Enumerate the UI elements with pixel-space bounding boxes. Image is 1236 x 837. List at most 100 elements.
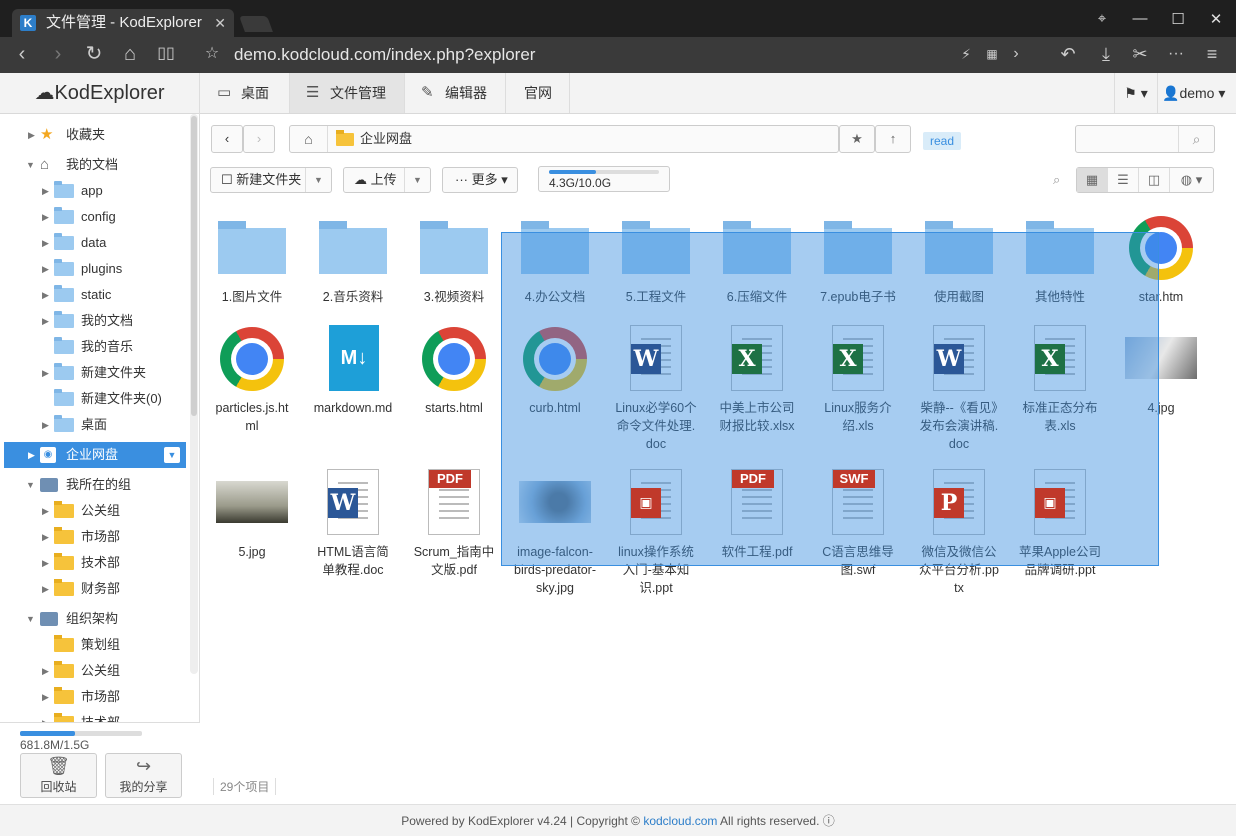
bookmark-star-icon[interactable]: ☆	[200, 42, 224, 66]
forward-icon[interactable]: ›	[46, 42, 70, 66]
file-item[interactable]: particles.js.html	[211, 325, 293, 435]
expand-arrow-icon[interactable]: ▶	[42, 658, 49, 684]
home-icon[interactable]: ⌂	[118, 42, 142, 66]
flash-icon[interactable]: ⚡	[954, 42, 978, 66]
tree-item[interactable]: ▶ app	[0, 178, 190, 204]
expand-arrow-icon[interactable]: ▶	[42, 204, 49, 230]
my-share-button[interactable]: ↪ 我的分享	[105, 753, 182, 798]
tree-item[interactable]: ▶ 财务部	[0, 576, 190, 602]
breadcrumb[interactable]: 企业网盘	[336, 126, 412, 152]
expand-arrow-icon[interactable]: ▶	[42, 178, 49, 204]
undo-icon[interactable]: ↶	[1056, 42, 1080, 66]
tree-item[interactable]: ▶ plugins	[0, 256, 190, 282]
more-button[interactable]: ··· 更多 ▾	[442, 167, 518, 193]
expand-arrow-icon[interactable]: ▶	[28, 122, 35, 148]
collapse-arrow-icon[interactable]: ▼	[26, 472, 35, 498]
tree-item[interactable]: ▶ 公关组	[0, 658, 190, 684]
search-icon[interactable]: ⌕	[1178, 126, 1214, 152]
info-icon[interactable]: ⓘ	[819, 814, 835, 828]
tree-org[interactable]: ▼ 组织架构	[0, 606, 190, 632]
grid-view-button[interactable]: ▦	[1077, 168, 1108, 192]
qr-icon[interactable]: ▦	[980, 42, 1004, 66]
file-item[interactable]: W HTML语言简单教程.doc	[312, 469, 394, 579]
expand-arrow-icon[interactable]: ▶	[42, 256, 49, 282]
collapse-arrow-icon[interactable]: ▼	[26, 606, 35, 632]
expand-arrow-icon[interactable]: ▶	[42, 576, 49, 602]
footer-link[interactable]: kodcloud.com	[643, 814, 717, 828]
favorite-button[interactable]: ★	[839, 125, 875, 153]
tree-item[interactable]: 策划组	[0, 632, 190, 658]
tree-item[interactable]: ▶ 桌面	[0, 412, 190, 438]
download-icon[interactable]: ⤓	[1094, 42, 1118, 66]
tree-item[interactable]: ▶ 新建文件夹	[0, 360, 190, 386]
tab-desktop[interactable]: ▭ 桌面	[201, 73, 290, 113]
scissors-icon[interactable]: ✂	[1128, 42, 1152, 66]
new-folder-button[interactable]: ☐ 新建文件夹 ▼	[210, 167, 332, 193]
tab-official-site[interactable]: 官网	[506, 73, 570, 113]
chevron-right-icon[interactable]: ›	[1004, 42, 1028, 66]
file-item[interactable]: 1.图片文件	[211, 214, 293, 306]
expand-arrow-icon[interactable]: ▶	[42, 412, 49, 438]
theme-button[interactable]: ◍ ▾	[1170, 168, 1213, 192]
expand-arrow-icon[interactable]: ▶	[28, 442, 35, 468]
maximize-icon[interactable]: ☐	[1168, 10, 1188, 28]
recycle-bin-button[interactable]: 🗑 回收站	[20, 753, 97, 798]
collapse-arrow-icon[interactable]: ▼	[26, 152, 35, 178]
more-icon[interactable]: ···	[1164, 42, 1188, 66]
list-view-button[interactable]: ☰	[1108, 168, 1139, 192]
pin-icon[interactable]: ⌖	[1092, 10, 1112, 27]
user-menu[interactable]: 👤demo ▾	[1162, 73, 1225, 113]
address-bar[interactable]: ⌂ 企业网盘	[289, 125, 839, 153]
tree-item[interactable]: 我的音乐	[0, 334, 190, 360]
minimize-icon[interactable]: —	[1130, 10, 1150, 27]
tree-item[interactable]: ▶ data	[0, 230, 190, 256]
language-flag-button[interactable]: ⚑ ▾	[1114, 73, 1158, 113]
tree-favorites[interactable]: ▶ ★ 收藏夹	[0, 122, 190, 148]
file-item[interactable]: PDF Scrum_指南中文版.pdf	[413, 469, 495, 579]
tree-item[interactable]: ▶ 技术部	[0, 550, 190, 576]
close-window-icon[interactable]: ✕	[1206, 10, 1226, 28]
close-tab-icon[interactable]: ✕	[214, 9, 226, 37]
dropdown-icon[interactable]: ▼	[164, 447, 180, 463]
tree-item[interactable]: ▶ config	[0, 204, 190, 230]
file-item[interactable]: 2.音乐资料	[312, 214, 394, 306]
browser-tab[interactable]: K 文件管理 - KodExplorer ✕	[12, 9, 234, 37]
menu-icon[interactable]: ≡	[1200, 42, 1224, 66]
tree-item[interactable]: ▶ 公关组	[0, 498, 190, 524]
tree-my-docs[interactable]: ▼ ⌂ 我的文档	[0, 152, 190, 178]
brand[interactable]: ☁KodExplorer	[0, 73, 200, 114]
tree-my-groups[interactable]: ▼ 我所在的组	[0, 472, 190, 498]
sidebar-scrollbar[interactable]	[190, 114, 198, 674]
tab-editor[interactable]: ✎ 编辑器	[405, 73, 506, 113]
back-icon[interactable]: ‹	[10, 42, 34, 66]
dropdown-icon[interactable]: ▼	[404, 168, 430, 192]
file-item[interactable]: 3.视频资料	[413, 214, 495, 306]
tab-file-manager[interactable]: ☰ 文件管理	[290, 73, 405, 113]
zoom-icon[interactable]: ⌕	[1053, 172, 1060, 188]
dropdown-icon[interactable]: ▼	[305, 168, 331, 192]
expand-arrow-icon[interactable]: ▶	[42, 550, 49, 576]
expand-arrow-icon[interactable]: ▶	[42, 498, 49, 524]
expand-arrow-icon[interactable]: ▶	[42, 684, 49, 710]
up-button[interactable]: ↑	[875, 125, 911, 153]
reader-icon[interactable]: ▯▯	[154, 42, 178, 66]
tree-item[interactable]: ▶ 市场部	[0, 684, 190, 710]
tree-item[interactable]: ▶ static	[0, 282, 190, 308]
search-input[interactable]: ⌕	[1075, 125, 1215, 153]
file-item[interactable]: 5.jpg	[211, 469, 293, 561]
upload-button[interactable]: ☁ 上传 ▼	[343, 167, 431, 193]
expand-arrow-icon[interactable]: ▶	[42, 282, 49, 308]
tree-item[interactable]: 新建文件夹(0)	[0, 386, 190, 412]
home-icon[interactable]: ⌂	[290, 126, 328, 152]
url-bar[interactable]: demo.kodcloud.com/index.php?explorer	[234, 43, 535, 67]
expand-arrow-icon[interactable]: ▶	[42, 308, 49, 334]
tree-item[interactable]: ▶ 市场部	[0, 524, 190, 550]
file-item[interactable]: starts.html	[413, 325, 495, 417]
expand-arrow-icon[interactable]: ▶	[42, 524, 49, 550]
tree-item[interactable]: ▶ 我的文档	[0, 308, 190, 334]
expand-arrow-icon[interactable]: ▶	[42, 360, 49, 386]
file-item[interactable]: M↓ markdown.md	[312, 325, 394, 417]
tree-enterprise-disk[interactable]: ▶ ◉ 企业网盘 ▼	[4, 442, 186, 468]
forward-button[interactable]: ›	[243, 125, 275, 153]
split-view-button[interactable]: ◫	[1139, 168, 1170, 192]
